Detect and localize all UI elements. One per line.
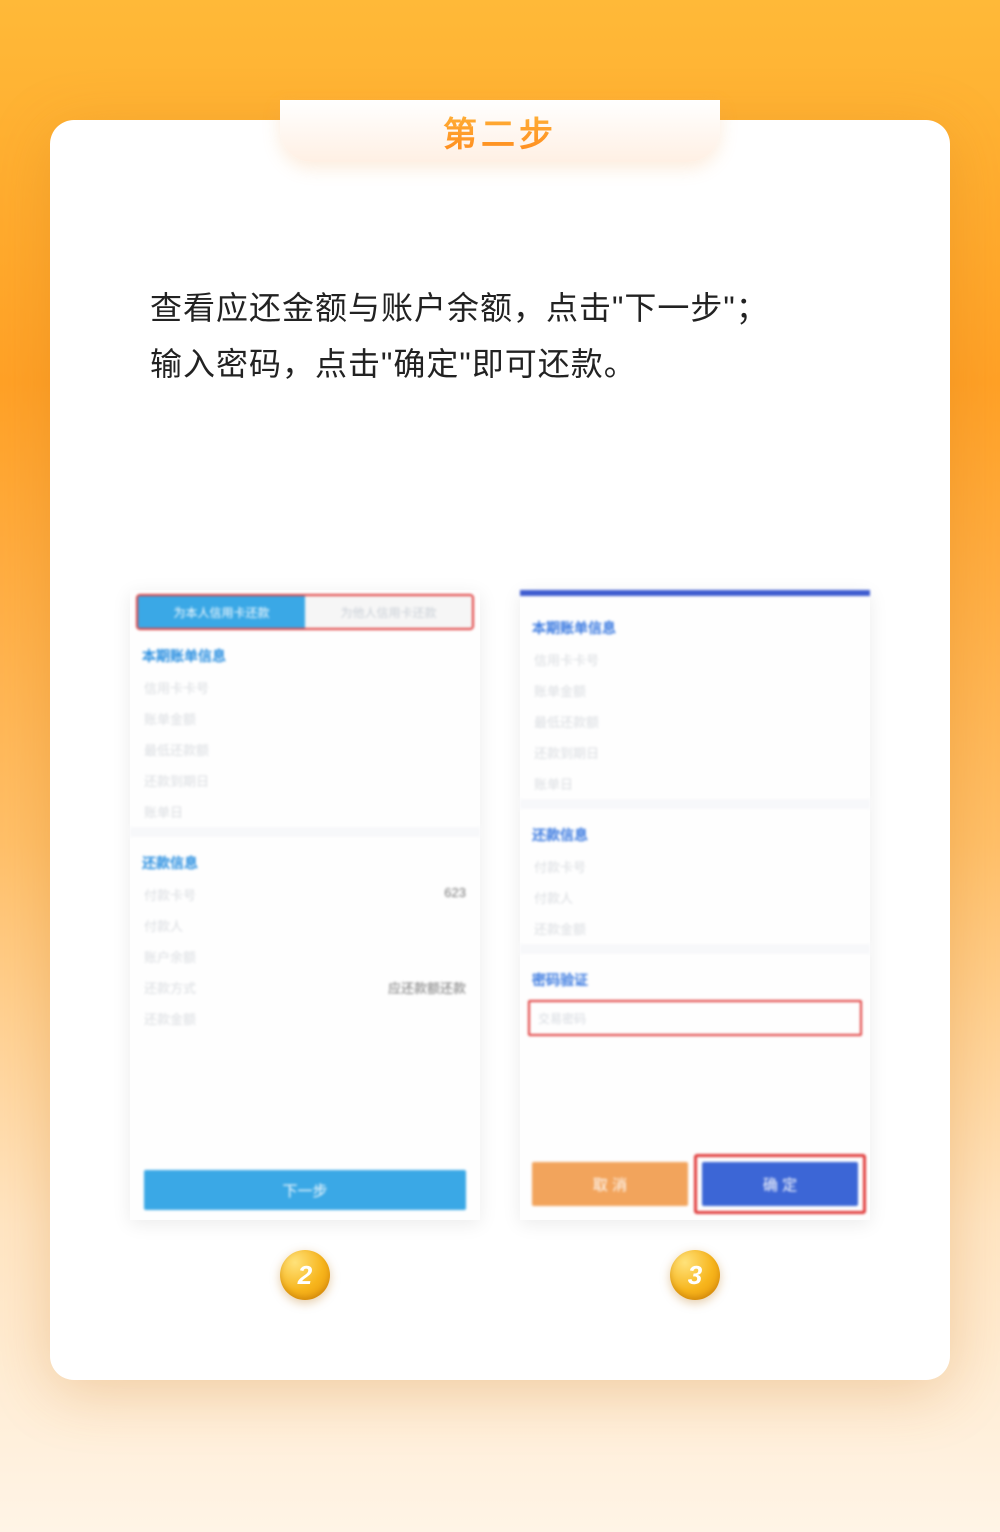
- step-badge-3: 3: [670, 1250, 720, 1300]
- tab-other-repay[interactable]: 为他人信用卡还款: [305, 596, 472, 628]
- step-badge-2: 2: [280, 1250, 330, 1300]
- label-bill-amount-r: 账单金额: [534, 681, 586, 700]
- step-header-pill: 第二步: [280, 100, 720, 162]
- confirm-button-label: 确 定: [763, 1174, 797, 1195]
- label-amount-r: 还款金额: [534, 919, 586, 938]
- section-password: 密码验证: [520, 954, 870, 996]
- label-pay-card: 付款卡号: [144, 885, 196, 904]
- label-payer-r: 付款人: [534, 888, 573, 907]
- confirm-button[interactable]: 确 定: [702, 1162, 858, 1206]
- section-bill-info: 本期账单信息: [130, 630, 480, 672]
- screenshot-step-2: 为本人信用卡还款 为他人信用卡还款 本期账单信息 信用卡卡号 账单金额 最低还款…: [130, 590, 480, 1220]
- label-card-no-r: 信用卡卡号: [534, 650, 599, 669]
- instruction-line-1: 查看应还金额与账户余额，点击"下一步"；: [150, 280, 850, 336]
- label-min-repay: 最低还款额: [144, 740, 209, 759]
- action-button-row: 取 消 确 定: [532, 1162, 858, 1206]
- label-due-date-r: 还款到期日: [534, 743, 599, 762]
- label-balance: 账户余额: [144, 947, 196, 966]
- label-bill-amount: 账单金额: [144, 709, 196, 728]
- label-min-repay-r: 最低还款额: [534, 712, 599, 731]
- label-bill-day: 账单日: [144, 802, 183, 821]
- password-input[interactable]: 交易密码: [528, 1000, 862, 1036]
- step-label: 第二步: [443, 107, 557, 156]
- label-amount: 还款金额: [144, 1009, 196, 1028]
- label-due-date: 还款到期日: [144, 771, 209, 790]
- next-button[interactable]: 下一步: [144, 1170, 466, 1210]
- cancel-button[interactable]: 取 消: [532, 1162, 688, 1206]
- instruction-text: 查看应还金额与账户余额，点击"下一步"； 输入密码，点击"确定"即可还款。: [150, 280, 850, 392]
- screenshot-step-3: 本期账单信息 信用卡卡号 账单金额 最低还款额 还款到期日 账单日 还款信息 付…: [520, 590, 870, 1220]
- step-badges-row: 2 3: [130, 1250, 870, 1300]
- section-bill-info-r: 本期账单信息: [520, 602, 870, 644]
- label-card-no: 信用卡卡号: [144, 678, 209, 697]
- password-placeholder: 交易密码: [538, 1010, 586, 1027]
- value-method: 应还款额还款: [388, 978, 466, 997]
- label-pay-card-r: 付款卡号: [534, 857, 586, 876]
- section-repay-info-r: 还款信息: [520, 809, 870, 851]
- top-tab-row: 为本人信用卡还款 为他人信用卡还款: [136, 594, 474, 630]
- instruction-line-2: 输入密码，点击"确定"即可还款。: [150, 336, 850, 392]
- tab-self-repay[interactable]: 为本人信用卡还款: [138, 596, 305, 628]
- screenshots-row: 为本人信用卡还款 为他人信用卡还款 本期账单信息 信用卡卡号 账单金额 最低还款…: [130, 590, 870, 1220]
- label-bill-day-r: 账单日: [534, 774, 573, 793]
- label-payer: 付款人: [144, 916, 183, 935]
- content-card: 查看应还金额与账户余额，点击"下一步"； 输入密码，点击"确定"即可还款。 为本…: [50, 120, 950, 1380]
- label-method: 还款方式: [144, 978, 196, 997]
- section-repay-info: 还款信息: [130, 837, 480, 879]
- value-pay-card: 623: [444, 885, 466, 904]
